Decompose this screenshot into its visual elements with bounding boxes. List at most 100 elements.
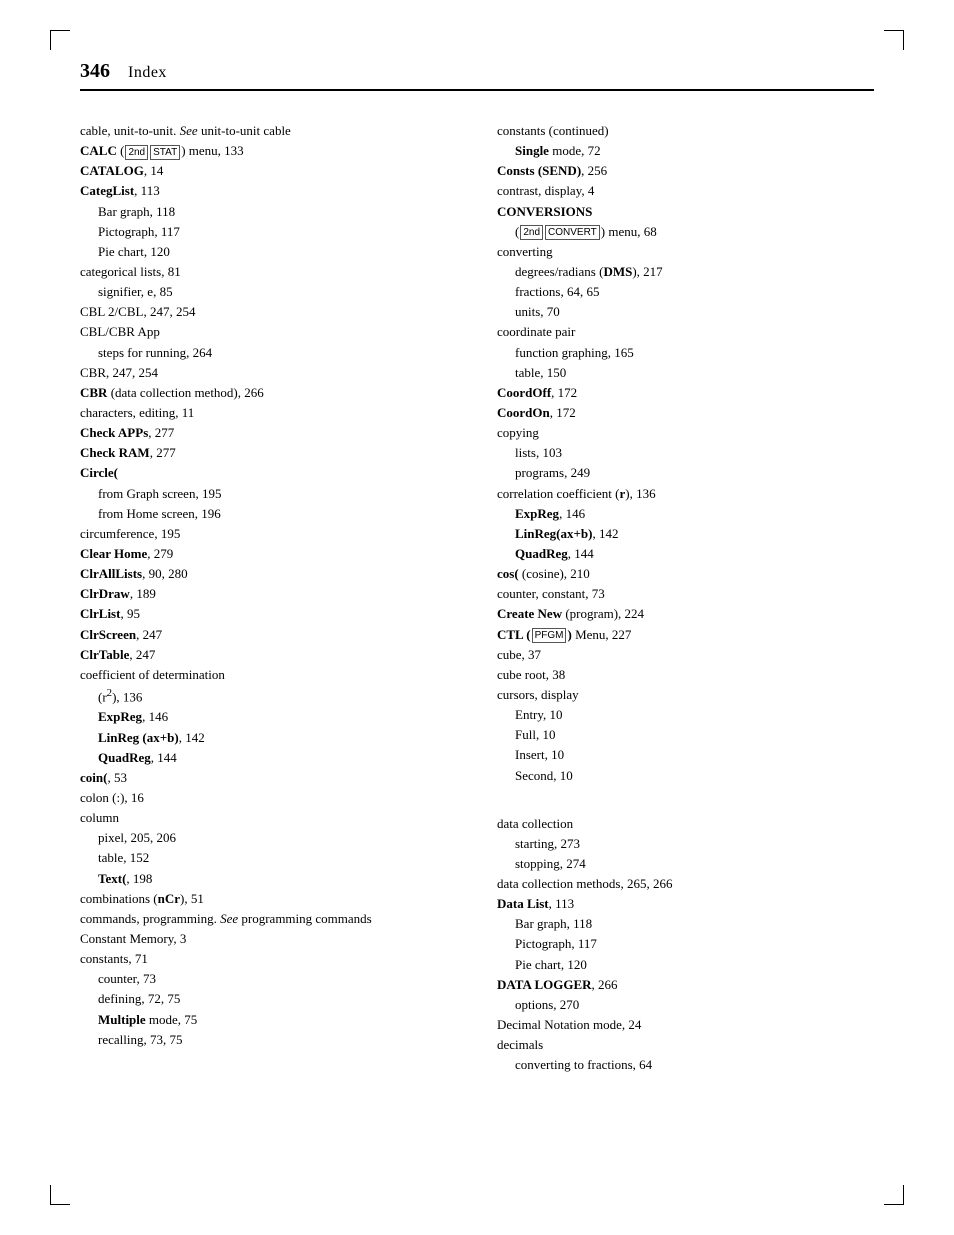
entry-create-new: Create New (program), 224 — [497, 604, 874, 624]
entry-circumference: circumference, 195 — [80, 524, 457, 544]
entry-signifier: signifier, e, 85 — [80, 282, 457, 302]
left-column: cable, unit-to-unit. See unit-to-unit ca… — [80, 121, 457, 1050]
entry-data-list: Data List, 113 — [497, 894, 874, 914]
entry-cbr: CBR, 247, 254 — [80, 363, 457, 383]
entry-clralllists: ClrAllLists, 90, 280 — [80, 564, 457, 584]
entry-data-logger: DATA LOGGER, 266 — [497, 975, 874, 995]
entry-cursor-insert: Insert, 10 — [497, 745, 874, 765]
page-header: 346 Index — [80, 60, 874, 91]
right-column: constants (continued) Single mode, 72 Co… — [497, 121, 874, 1075]
entry-coord-table: table, 150 — [497, 363, 874, 383]
entry-circle-home: from Home screen, 196 — [80, 504, 457, 524]
corner-mark-bl — [50, 1185, 70, 1205]
entry-cos: cos( (cosine), 210 — [497, 564, 874, 584]
entry-expreg1: ExpReg, 146 — [80, 707, 457, 727]
entry-single-mode: Single mode, 72 — [497, 141, 874, 161]
entry-circle: Circle( — [80, 463, 457, 483]
entry-dec-fractions: converting to fractions, 64 — [497, 1055, 874, 1075]
entry-clrtable: ClrTable, 247 — [80, 645, 457, 665]
entry-cube-root: cube root, 38 — [497, 665, 874, 685]
entry-dl-piechart: Pie chart, 120 — [497, 955, 874, 975]
entry-cursor-entry: Entry, 10 — [497, 705, 874, 725]
entry-colon: colon (:), 16 — [80, 788, 457, 808]
entry-calc: CALC (2ndSTAT) menu, 133 — [80, 141, 457, 161]
entry-check-apps: Check APPs, 277 — [80, 423, 457, 443]
entry-steps-running: steps for running, 264 — [80, 343, 457, 363]
entry-catlists: categorical lists, 81 — [80, 262, 457, 282]
entry-pictograph1: Pictograph, 117 — [80, 222, 457, 242]
entry-cblcbr-app: CBL/CBR App — [80, 322, 457, 342]
entry-catalog: CATALOG, 14 — [80, 161, 457, 181]
entry-commands: commands, programming. See programming c… — [80, 909, 457, 929]
entry-r2: (r2), 136 — [80, 685, 457, 707]
entry-dc-stopping: stopping, 274 — [497, 854, 874, 874]
entry-coin: coin(, 53 — [80, 768, 457, 788]
entry-bargraph1: Bar graph, 118 — [80, 202, 457, 222]
section-gap — [497, 786, 874, 814]
corner-mark-tr — [884, 30, 904, 50]
entry-conv-fractions: fractions, 64, 65 — [497, 282, 874, 302]
entry-quadreg2: QuadReg, 144 — [497, 544, 874, 564]
entry-const-recalling: recalling, 73, 75 — [80, 1030, 457, 1050]
entry-column: column — [80, 808, 457, 828]
entry-corr-coeff: correlation coefficient (r), 136 — [497, 484, 874, 504]
entry-conv-units: units, 70 — [497, 302, 874, 322]
entry-dc-starting: starting, 273 — [497, 834, 874, 854]
entry-counter-const: counter, constant, 73 — [497, 584, 874, 604]
entry-const-counter: counter, 73 — [80, 969, 457, 989]
entry-cable: cable, unit-to-unit. See unit-to-unit ca… — [80, 121, 457, 141]
entry-conversions-menu: (2ndCONVERT) menu, 68 — [497, 222, 874, 242]
entry-copy-programs: programs, 249 — [497, 463, 874, 483]
entry-coordoff: CoordOff, 172 — [497, 383, 874, 403]
entry-converting: converting — [497, 242, 874, 262]
index-columns: cable, unit-to-unit. See unit-to-unit ca… — [80, 121, 874, 1075]
corner-mark-br — [884, 1185, 904, 1205]
page-number: 346 — [80, 60, 110, 83]
entry-coeff-det: coefficient of determination — [80, 665, 457, 685]
entry-constants-cont: constants (continued) — [497, 121, 874, 141]
corner-mark-tl — [50, 30, 70, 50]
entry-consts-send: Consts (SEND), 256 — [497, 161, 874, 181]
entry-copying: copying — [497, 423, 874, 443]
entry-cursor-second: Second, 10 — [497, 766, 874, 786]
entry-quadreg1: QuadReg, 144 — [80, 748, 457, 768]
page: 346 Index cable, unit-to-unit. See unit-… — [0, 0, 954, 1235]
entry-conv-deg-rad: degrees/radians (DMS), 217 — [497, 262, 874, 282]
entry-linreg2: LinReg(ax+b), 142 — [497, 524, 874, 544]
entry-dl-bargraph: Bar graph, 118 — [497, 914, 874, 934]
entry-decimals: decimals — [497, 1035, 874, 1055]
entry-cube: cube, 37 — [497, 645, 874, 665]
entry-dl-options: options, 270 — [497, 995, 874, 1015]
entry-combinations: combinations (nCr), 51 — [80, 889, 457, 909]
entry-piechart1: Pie chart, 120 — [80, 242, 457, 262]
entry-col-table: table, 152 — [80, 848, 457, 868]
entry-cursors-display: cursors, display — [497, 685, 874, 705]
entry-coord-pair: coordinate pair — [497, 322, 874, 342]
entry-contrast: contrast, display, 4 — [497, 181, 874, 201]
entry-coordon: CoordOn, 172 — [497, 403, 874, 423]
entry-data-collection: data collection — [497, 814, 874, 834]
entry-constants: constants, 71 — [80, 949, 457, 969]
entry-expreg2: ExpReg, 146 — [497, 504, 874, 524]
entry-conversions: CONVERSIONS — [497, 202, 874, 222]
entry-col-pixel: pixel, 205, 206 — [80, 828, 457, 848]
entry-cursor-full: Full, 10 — [497, 725, 874, 745]
entry-check-ram: Check RAM, 277 — [80, 443, 457, 463]
entry-clrdraw: ClrDraw, 189 — [80, 584, 457, 604]
entry-cbr-data: CBR (data collection method), 266 — [80, 383, 457, 403]
entry-clear-home: Clear Home, 279 — [80, 544, 457, 564]
entry-col-text: Text(, 198 — [80, 869, 457, 889]
entry-clrlist: ClrList, 95 — [80, 604, 457, 624]
entry-decimal-notation: Decimal Notation mode, 24 — [497, 1015, 874, 1035]
entry-const-defining: defining, 72, 75 — [80, 989, 457, 1009]
entry-circle-graph: from Graph screen, 195 — [80, 484, 457, 504]
entry-categlist: CategList, 113 — [80, 181, 457, 201]
entry-const-multiple: Multiple mode, 75 — [80, 1010, 457, 1030]
entry-ctl-menu: CTL (PFGM) Menu, 227 — [497, 625, 874, 645]
entry-cbl2: CBL 2/CBL, 247, 254 — [80, 302, 457, 322]
page-title: Index — [128, 64, 167, 82]
entry-constant-memory: Constant Memory, 3 — [80, 929, 457, 949]
entry-dc-methods: data collection methods, 265, 266 — [497, 874, 874, 894]
entry-copy-lists: lists, 103 — [497, 443, 874, 463]
entry-chars-editing: characters, editing, 11 — [80, 403, 457, 423]
